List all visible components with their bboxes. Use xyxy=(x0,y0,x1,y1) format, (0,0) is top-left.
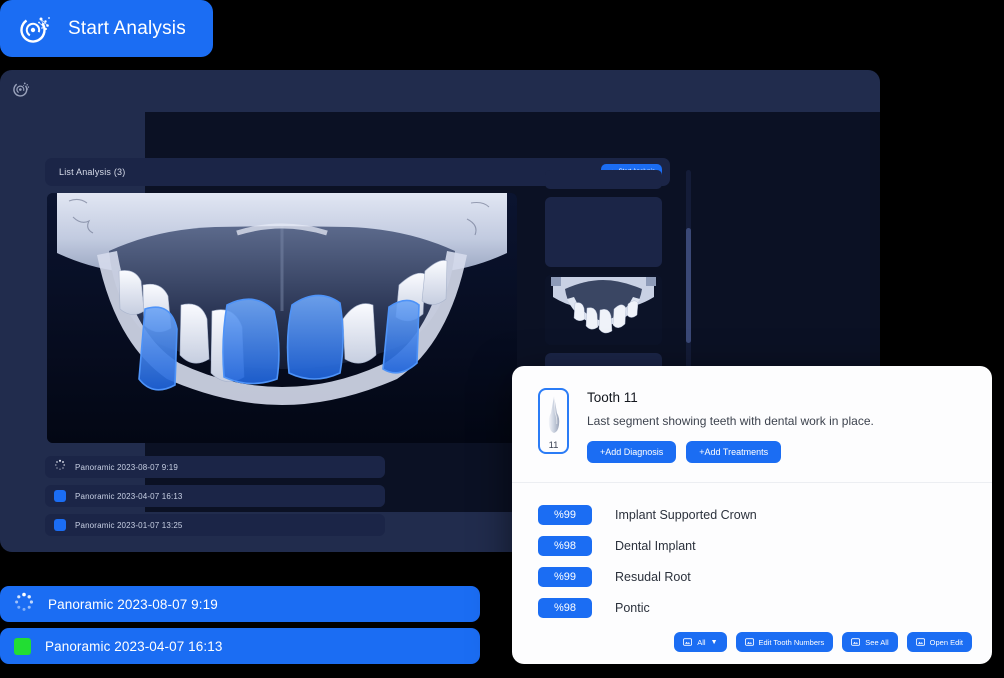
image-card-icon xyxy=(744,638,754,646)
tooth-description: Last segment showing teeth with dental w… xyxy=(587,414,874,428)
add-diagnosis-button[interactable]: +Add Diagnosis xyxy=(587,441,677,463)
tooth-chip[interactable]: 11 xyxy=(538,388,569,454)
see-all-button[interactable]: See All xyxy=(842,632,898,652)
open-edit-button[interactable]: Open Edit xyxy=(906,632,972,652)
tooth-action-row: +Add Diagnosis +Add Treatments xyxy=(587,441,874,463)
tooth-detail-panel: 11 Tooth 11 Last segment showing teeth w… xyxy=(512,366,992,664)
finding-label: Implant Supported Crown xyxy=(615,507,757,522)
analysis-swirl-icon xyxy=(18,11,54,47)
open-edit-label: Open Edit xyxy=(929,637,963,647)
thumbnail-preview[interactable] xyxy=(545,275,662,345)
edit-tooth-numbers-button[interactable]: Edit Tooth Numbers xyxy=(735,632,834,652)
blue-card-label: Panoramic 2023-08-07 9:19 xyxy=(48,596,218,612)
scrollbar-thumb[interactable] xyxy=(686,228,691,343)
blue-card-item[interactable]: Panoramic 2023-04-07 16:13 xyxy=(0,628,480,664)
analysis-list-item[interactable]: Panoramic 2023-04-07 16:13 xyxy=(45,485,385,507)
blue-square-icon xyxy=(54,490,66,502)
analysis-item-label: Panoramic 2023-08-07 9:19 xyxy=(75,462,178,472)
list-analysis-title: List Analysis (3) xyxy=(59,167,126,177)
finding-row[interactable]: %99 Implant Supported Crown xyxy=(538,499,992,530)
confidence-badge: %98 xyxy=(538,535,592,556)
app-topbar xyxy=(0,70,880,112)
confidence-badge: %99 xyxy=(538,566,592,587)
blue-card-label: Panoramic 2023-04-07 16:13 xyxy=(45,638,223,654)
blue-card-list: Panoramic 2023-08-07 9:19 Panoramic 2023… xyxy=(0,586,480,670)
finding-label: Dental Implant xyxy=(615,538,696,553)
thumbnail-placeholder[interactable] xyxy=(545,197,662,267)
spinner-icon xyxy=(14,592,34,617)
thumbnail-bar xyxy=(545,170,662,189)
edit-tooth-numbers-label: Edit Tooth Numbers xyxy=(758,637,825,647)
filter-all-label: All xyxy=(697,637,706,647)
findings-list: %99 Implant Supported Crown %98 Dental I… xyxy=(512,483,992,623)
start-analysis-cta-label: Start Analysis xyxy=(68,17,186,39)
confidence-badge: %98 xyxy=(538,597,592,618)
add-treatments-button[interactable]: +Add Treatments xyxy=(686,441,782,463)
see-all-label: See All xyxy=(865,637,889,647)
green-square-icon xyxy=(14,637,31,655)
finding-row[interactable]: %98 Dental Implant xyxy=(538,530,992,561)
blue-card-item[interactable]: Panoramic 2023-08-07 9:19 xyxy=(0,586,480,622)
tooth-chip-number: 11 xyxy=(548,440,559,451)
tooth-icon xyxy=(546,395,562,440)
analysis-item-label: Panoramic 2023-04-07 16:13 xyxy=(75,491,183,501)
analysis-swirl-icon xyxy=(12,79,32,104)
panel-footer-toolbar: All ▼ Edit Tooth Numbers See All Open Ed… xyxy=(512,620,992,664)
analysis-list: Panoramic 2023-08-07 9:19 Panoramic 2023… xyxy=(45,456,385,543)
tooth-title: Tooth 11 xyxy=(587,390,638,405)
chevron-down-icon: ▼ xyxy=(710,638,718,646)
dental-cast-viewer[interactable] xyxy=(47,193,517,443)
analysis-list-item[interactable]: Panoramic 2023-08-07 9:19 xyxy=(45,456,385,478)
image-card-icon xyxy=(683,638,693,646)
analysis-list-item[interactable]: Panoramic 2023-01-07 13:25 xyxy=(45,514,385,536)
start-analysis-cta-button[interactable]: Start Analysis xyxy=(0,0,213,57)
image-card-icon xyxy=(915,638,925,646)
tooth-detail-header: 11 Tooth 11 Last segment showing teeth w… xyxy=(512,366,992,463)
analysis-item-label: Panoramic 2023-01-07 13:25 xyxy=(75,520,183,530)
finding-label: Resudal Root xyxy=(615,569,691,584)
tooth-detail-meta: Tooth 11 Last segment showing teeth with… xyxy=(587,388,874,463)
filter-all-dropdown[interactable]: All ▼ xyxy=(674,632,727,652)
screen-root: Start Analysis List Analysis (3) Panoram… xyxy=(0,0,1004,678)
finding-label: Pontic xyxy=(615,600,650,615)
confidence-badge: %99 xyxy=(538,504,592,525)
image-card-icon xyxy=(851,638,861,646)
blue-square-icon xyxy=(54,519,66,531)
finding-row[interactable]: %99 Resudal Root xyxy=(538,561,992,592)
finding-row[interactable]: %98 Pontic xyxy=(538,592,992,623)
spinner-icon xyxy=(54,458,66,476)
